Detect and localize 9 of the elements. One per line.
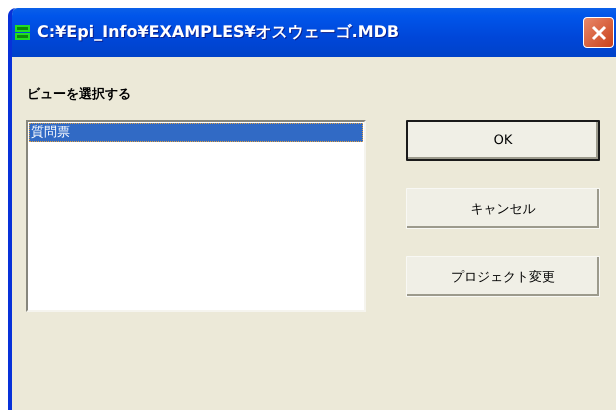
view-list-item[interactable]: 質問票 — [29, 123, 363, 142]
dialog-button[interactable]: OK — [406, 120, 600, 161]
close-button[interactable] — [583, 17, 614, 48]
view-select-label: ビューを選択する — [27, 86, 132, 103]
close-icon — [590, 24, 606, 40]
dialog-button[interactable]: プロジェクト変更 — [406, 256, 600, 297]
window-title: C:¥Epi_Info¥EXAMPLES¥オスウェーゴ.MDB — [37, 22, 400, 43]
app-logo-icon — [14, 24, 31, 41]
dialog-button[interactable]: キャンセル — [406, 188, 600, 229]
